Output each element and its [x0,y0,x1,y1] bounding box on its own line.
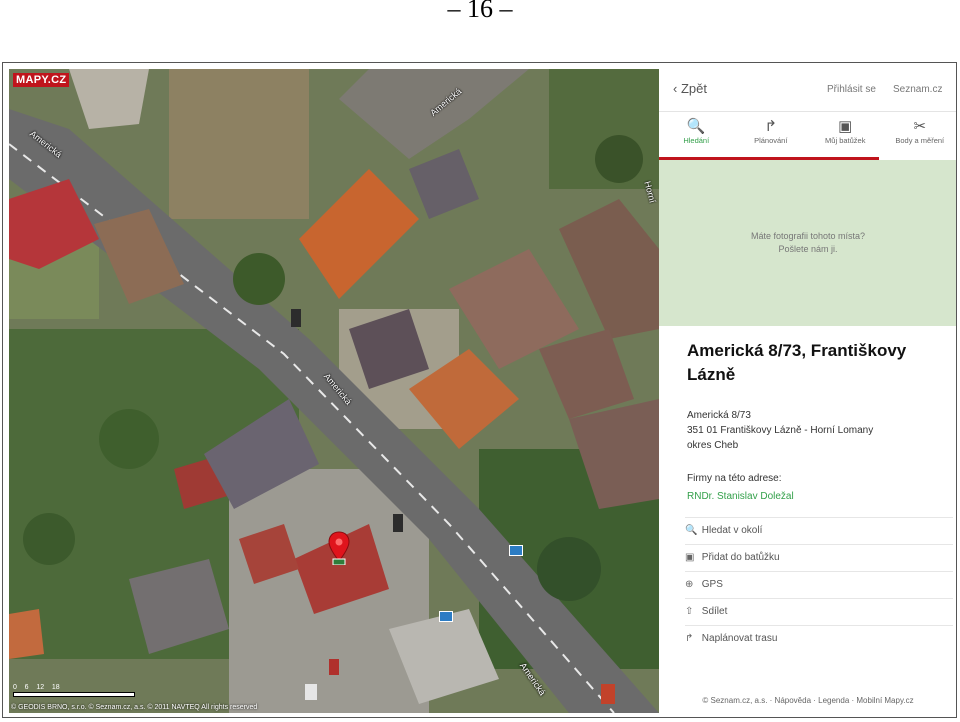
tab-label: Můj batůžek [825,136,866,145]
place-title: Americká 8/73, Františkovy Lázně [687,341,907,384]
chevron-left-icon: ‹ [673,81,678,96]
action-list: 🔍 Hledat v okolí ▣ Přidat do batůžku ⊕ G… [685,517,953,652]
back-label: Zpět [680,81,707,96]
tab-planning[interactable]: ↱ Plánování [734,112,809,158]
aerial-map[interactable]: MAPY.CZ Americká Americká Americká Ameri… [9,69,659,713]
backpack-icon: ▣ [685,552,695,563]
info-panel: ‹ Zpět Přihlásit se Seznam.cz 🔍 Hledání … [659,63,957,717]
route-icon: ↱ [764,118,778,135]
action-search-nearby[interactable]: 🔍 Hledat v okolí [685,517,953,544]
location-pin-icon[interactable] [327,531,351,565]
action-gps[interactable]: ⊕ GPS [685,571,953,598]
action-label: GPS [701,579,723,590]
address-block: Americká 8/73 351 01 Františkovy Lázně -… [687,408,873,453]
photo-prompt-line1: Máte fotografii tohoto místa? [750,231,866,241]
screenshot-frame: MAPY.CZ Americká Americká Americká Ameri… [2,62,957,718]
login-link[interactable]: Přihlásit se [827,84,876,95]
photo-placeholder[interactable]: Máte fotografii tohoto místa? Pošlete ná… [659,160,956,326]
top-bar: ‹ Zpět Přihlásit se Seznam.cz [659,63,956,111]
backpack-icon: ▣ [838,118,853,135]
action-plan-route[interactable]: ↱ Naplánovat trasu [685,625,953,652]
firms-label: Firmy na této adrese: [687,473,782,484]
mapy-logo[interactable]: MAPY.CZ [13,73,70,87]
tab-backpack[interactable]: ▣ Můj batůžek [808,112,883,158]
tab-label: Plánování [754,136,788,145]
tab-label: Body a měření [895,136,945,145]
address-line: Americká 8/73 [687,410,751,421]
scale-bar: 0 6 12 18 [13,684,135,697]
scale-ticks: 0 6 12 18 [13,684,60,691]
gps-icon: ⊕ [685,579,694,590]
tab-bar: 🔍 Hledání ↱ Plánování ▣ Můj batůžek ✂ Bo… [659,111,957,158]
share-icon: ⇧ [685,606,694,617]
tab-search[interactable]: 🔍 Hledání [659,112,734,158]
address-line: 351 01 Františkovy Lázně - Horní Lomany [687,425,874,436]
scale-line [13,692,135,697]
action-label: Hledat v okolí [701,525,763,536]
address-line: okres Cheb [687,440,739,451]
page-number: – 16 – [447,0,513,23]
tab-label: Hledání [683,136,710,145]
route-icon: ↱ [685,633,694,644]
search-icon: 🔍 [686,118,706,135]
bus-stop-icon[interactable] [439,611,453,622]
seznam-link[interactable]: Seznam.cz [893,84,942,95]
tab-measure[interactable]: ✂ Body a měření [883,112,957,158]
action-label: Přidat do batůžku [701,552,780,563]
action-share[interactable]: ⇧ Sdílet [685,598,953,625]
measure-tools-icon: ✂ [913,118,927,135]
firm-link[interactable]: RNDr. Stanislav Doležal [687,491,794,502]
action-add-to-backpack[interactable]: ▣ Přidat do batůžku [685,544,953,571]
bus-stop-icon[interactable] [509,545,523,556]
search-icon: 🔍 [685,525,698,536]
action-label: Naplánovat trasu [701,633,778,644]
photo-prompt-line2[interactable]: Pošlete nám ji. [659,243,956,256]
back-button[interactable]: ‹ Zpět [673,81,707,96]
map-copyright: © GEODIS BRNO, s.r.o. © Seznam.cz, a.s. … [11,704,258,711]
action-label: Sdílet [701,606,728,617]
panel-footer[interactable]: © Seznam.cz, a.s. · Nápověda · Legenda ·… [659,696,956,705]
